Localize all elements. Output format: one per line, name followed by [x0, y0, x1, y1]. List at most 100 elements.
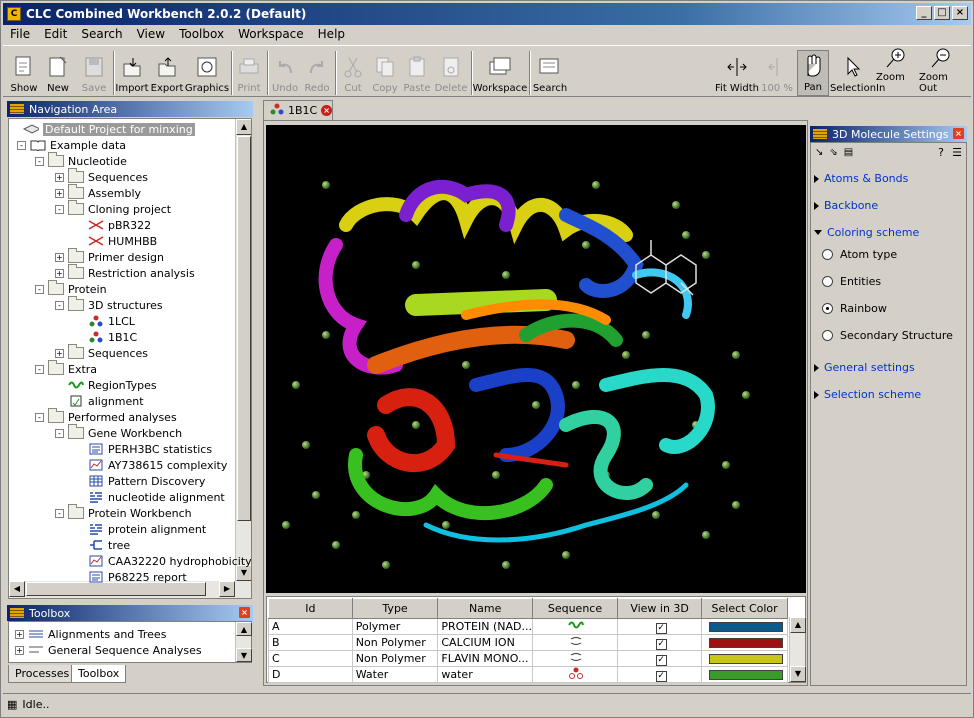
scroll-up-icon[interactable]: ▲ — [236, 119, 251, 135]
import-button[interactable]: Import — [115, 50, 149, 96]
color-swatch[interactable] — [709, 638, 784, 648]
color-swatch[interactable] — [709, 654, 784, 664]
col-sequence[interactable]: Sequence — [531, 598, 619, 619]
tree-folder[interactable]: - Nucleotide — [35, 152, 127, 169]
cell-view-in-3d[interactable]: ✓ — [617, 650, 703, 667]
view-in-3d-checkbox[interactable]: ✓ — [655, 638, 667, 650]
menu-workspace[interactable]: Workspace — [231, 27, 311, 41]
tree-item[interactable]: Pattern Discovery — [75, 473, 205, 489]
tree-folder[interactable]: - Protein — [35, 280, 107, 297]
section-backbone[interactable]: Backbone — [814, 199, 878, 212]
collapse-icon[interactable]: - — [35, 156, 44, 166]
tab-processes[interactable]: Processes — [8, 665, 77, 683]
minimize-button[interactable]: _ — [916, 6, 932, 20]
workspace-button[interactable]: Workspace — [473, 50, 527, 96]
tree-folder[interactable]: + Restriction analysis — [55, 264, 195, 281]
toolbox-item[interactable]: + Alignments and Trees — [15, 626, 166, 642]
section-general-settings[interactable]: General settings — [814, 361, 915, 374]
tree-item[interactable]: alignment — [55, 393, 144, 409]
sequence-icon[interactable] — [568, 620, 585, 633]
collapse-icon[interactable]: - — [35, 364, 44, 374]
cell-select-color[interactable] — [701, 618, 788, 635]
radio-button[interactable] — [822, 276, 833, 287]
editor-tab-1b1c[interactable]: 1B1C × — [263, 100, 333, 120]
col-id[interactable]: Id — [268, 598, 353, 619]
tree-item[interactable]: nucleotide alignment — [75, 489, 225, 505]
col-type[interactable]: Type — [351, 598, 439, 619]
export-button[interactable]: Export — [150, 50, 184, 96]
collapse-icon[interactable]: - — [35, 412, 44, 422]
menu-file[interactable]: File — [3, 27, 37, 41]
3d-molecule-view[interactable] — [266, 125, 806, 593]
arrow-tool-icon[interactable]: ⇘ — [829, 147, 837, 158]
scroll-thumb[interactable] — [237, 136, 251, 521]
zoom-out-button[interactable]: Zoom Out — [919, 48, 963, 96]
tree-item[interactable]: HUMHBB — [75, 233, 157, 249]
nav-vertical-scrollbar[interactable]: ▲ ▼ — [235, 119, 251, 581]
expand-icon[interactable]: + — [55, 268, 64, 278]
close-window-button[interactable]: × — [952, 6, 968, 20]
collapse-icon[interactable]: - — [55, 508, 64, 518]
tree-item[interactable]: - Example data — [17, 137, 126, 153]
search-button[interactable]: Search — [532, 50, 568, 96]
show-button[interactable]: Show — [9, 50, 39, 96]
cut-button[interactable]: Cut — [338, 50, 368, 96]
pointer-tool-icon[interactable]: ↘ — [815, 147, 823, 158]
color-swatch[interactable] — [709, 622, 784, 632]
zoom-in-button[interactable]: Zoom In — [876, 48, 916, 96]
radio-atom-type[interactable]: Atom type — [822, 248, 897, 261]
tree-item[interactable]: P68225 report — [75, 569, 187, 585]
copy-button[interactable]: Copy — [370, 50, 400, 96]
menu-view[interactable]: View — [130, 27, 172, 41]
collapse-icon[interactable]: - — [17, 140, 26, 150]
graphics-button[interactable]: Graphics — [185, 50, 229, 96]
menu-help[interactable]: Help — [311, 27, 352, 41]
tree-item[interactable]: RegionTypes — [55, 377, 157, 393]
cell-sequence[interactable] — [531, 618, 619, 635]
radio-secondary-structure[interactable]: Secondary Structure — [822, 329, 953, 342]
tree-item[interactable]: AY738615 complexity — [75, 457, 227, 473]
view-in-3d-checkbox[interactable]: ✓ — [655, 670, 667, 682]
cell-sequence[interactable] — [531, 634, 619, 651]
delete-button[interactable]: Delete — [434, 50, 468, 96]
tree-item[interactable]: Default Project for minxing — [23, 121, 195, 137]
expand-icon[interactable]: + — [55, 252, 64, 262]
expand-icon[interactable]: + — [15, 629, 24, 639]
maximize-button[interactable]: □ — [934, 6, 950, 20]
tree-folder[interactable]: + Assembly — [55, 184, 141, 201]
menu-search[interactable]: Search — [74, 27, 129, 41]
tree-folder[interactable]: - 3D structures — [55, 296, 163, 313]
expand-icon[interactable]: + — [55, 172, 64, 182]
scroll-right-icon[interactable]: ▶ — [219, 581, 235, 597]
cell-view-in-3d[interactable]: ✓ — [617, 666, 703, 683]
print-button[interactable]: Print — [234, 50, 264, 96]
tree-folder[interactable]: + Sequences — [55, 168, 148, 185]
new-button[interactable]: New — [43, 50, 73, 96]
radio-button[interactable] — [822, 330, 833, 341]
color-swatch[interactable] — [709, 670, 784, 680]
scroll-down-icon[interactable]: ▼ — [790, 666, 806, 682]
cell-view-in-3d[interactable]: ✓ — [617, 634, 703, 651]
view-in-3d-checkbox[interactable]: ✓ — [655, 622, 667, 634]
selection-button[interactable]: Selection — [830, 50, 876, 96]
help-icon[interactable]: ? — [938, 146, 944, 159]
collapse-icon[interactable]: - — [55, 204, 64, 214]
sequence-icon[interactable] — [569, 636, 583, 649]
toolbox-scrollbar[interactable]: ▲ ▼ — [235, 622, 252, 662]
menu-toolbox[interactable]: Toolbox — [172, 27, 231, 41]
close-icon[interactable]: × — [953, 128, 964, 139]
tree-item[interactable]: CAA32220 hydrophobicity — [75, 553, 251, 569]
radio-button[interactable] — [822, 249, 833, 260]
tree-folder[interactable]: + Primer design — [55, 248, 164, 265]
tree-folder[interactable]: + Sequences — [55, 344, 148, 361]
tree-folder[interactable]: - Protein Workbench — [55, 504, 192, 521]
expand-icon[interactable]: + — [55, 188, 64, 198]
pan-button[interactable]: Pan — [797, 50, 829, 96]
collapse-icon[interactable]: - — [35, 284, 44, 294]
table-row[interactable]: A Polymer PROTEIN (NAD... ✓ — [268, 618, 788, 635]
radio-rainbow[interactable]: Rainbow — [822, 302, 887, 315]
save-button[interactable]: Save — [79, 50, 109, 96]
scroll-down-icon[interactable]: ▼ — [236, 648, 252, 662]
cell-select-color[interactable] — [701, 666, 788, 683]
tree-item[interactable]: PERH3BC statistics — [75, 441, 212, 457]
